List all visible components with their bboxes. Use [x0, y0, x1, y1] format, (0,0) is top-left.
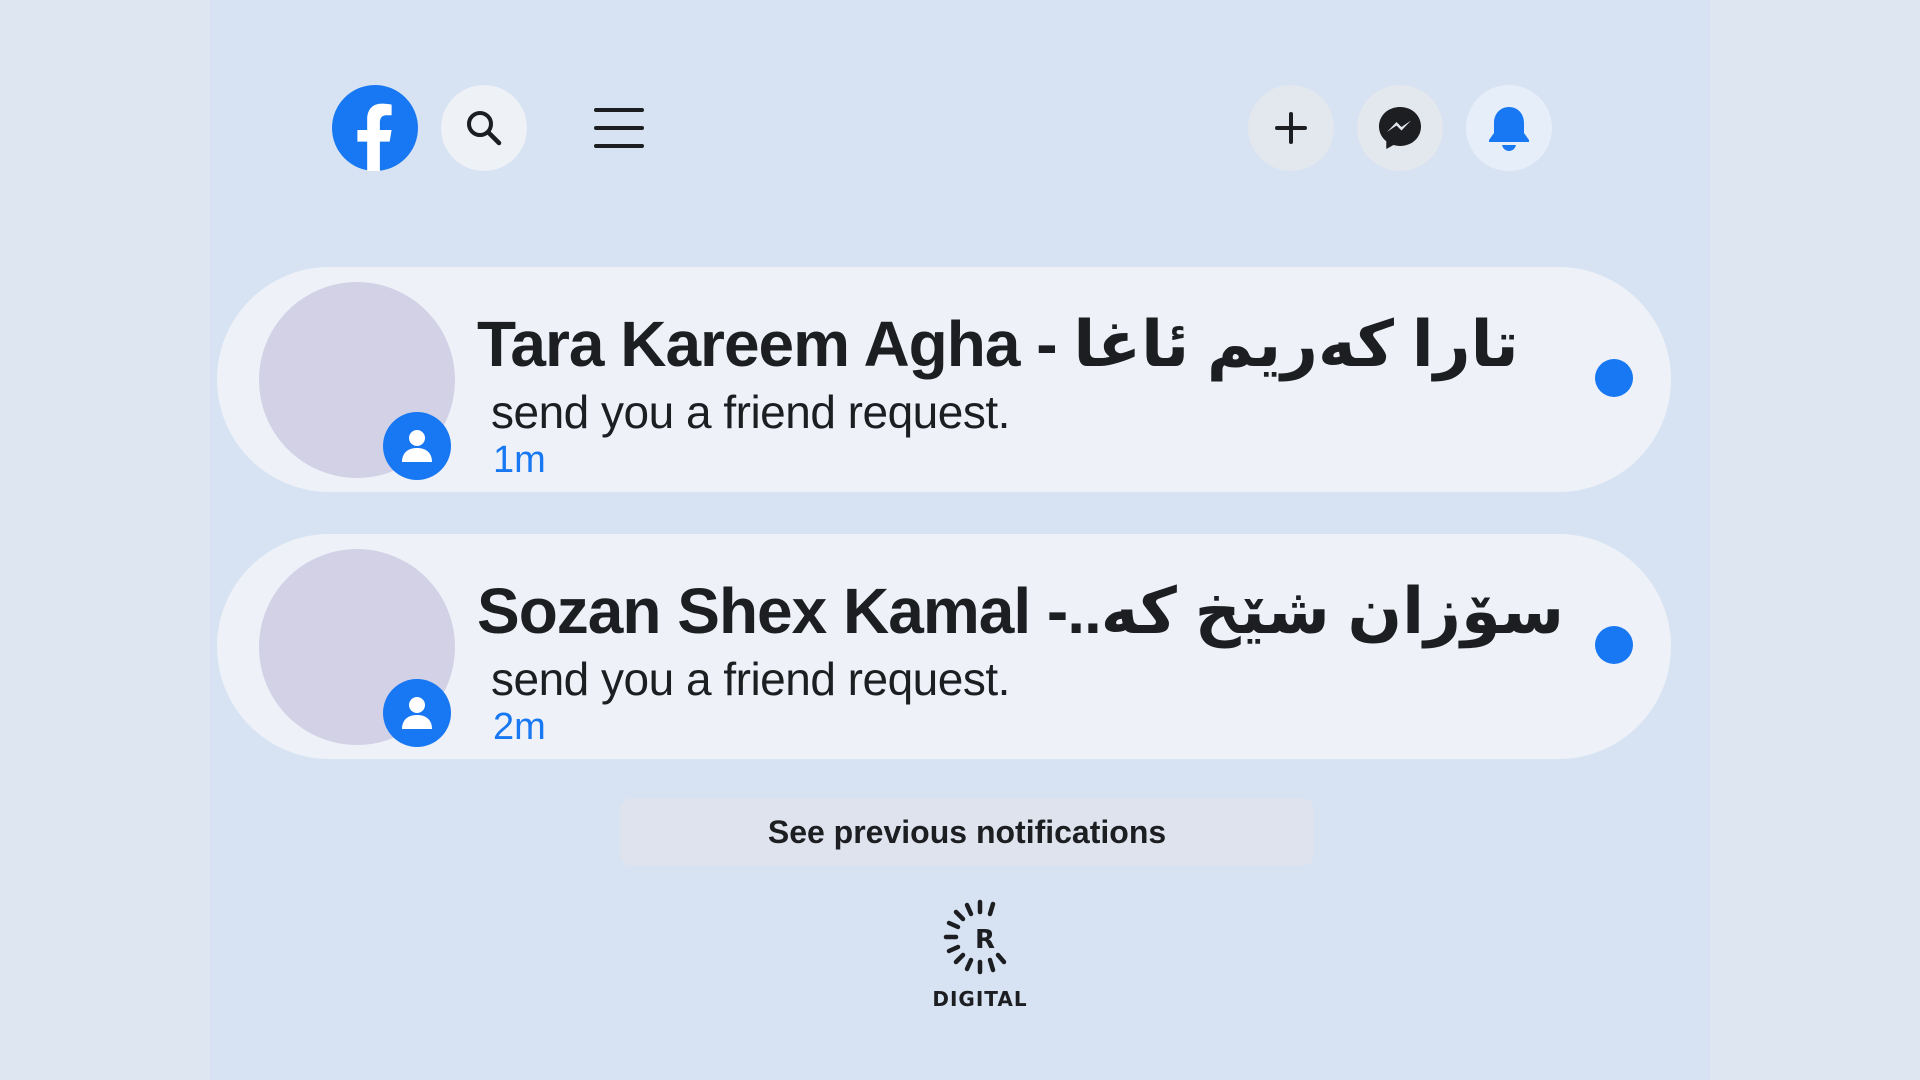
brand-sunburst-icon: R: [943, 899, 1007, 975]
notification-time: 2m: [493, 706, 546, 748]
friend-request-badge: [383, 679, 451, 747]
plus-icon: [1275, 112, 1307, 144]
notification-message: send you a friend request.: [491, 653, 1010, 705]
hamburger-menu-icon: [594, 108, 644, 148]
messenger-icon: [1379, 107, 1421, 149]
person-icon: [402, 697, 432, 729]
brand-text: DIGITAL: [932, 987, 1028, 1011]
menu-button[interactable]: [576, 100, 662, 156]
unread-dot: [1595, 359, 1633, 397]
search-button[interactable]: [441, 85, 527, 171]
notification-item[interactable]: Sozan Shex Kamal -..سۆزان شێخ کە send yo…: [217, 534, 1671, 759]
sender-name: Sozan Shex Kamal -..سۆزان شێخ کە: [477, 575, 1565, 647]
bell-icon: [1489, 107, 1529, 151]
notification-time: 1m: [493, 439, 546, 481]
facebook-icon: [332, 85, 418, 171]
friend-request-badge: [383, 412, 451, 480]
unread-dot: [1595, 626, 1633, 664]
see-previous-notifications-button[interactable]: See previous notifications: [620, 798, 1314, 866]
facebook-logo[interactable]: [332, 85, 418, 171]
person-icon: [402, 430, 432, 462]
notification-item[interactable]: Tara Kareem Agha - تارا کەریم ئاغا send …: [217, 267, 1671, 492]
sender-name: Tara Kareem Agha - تارا کەریم ئاغا: [477, 308, 1520, 380]
brand-logo: R DIGITAL: [920, 892, 1040, 1012]
notifications-button[interactable]: [1466, 85, 1552, 171]
brand-letter: R: [975, 925, 995, 955]
search-icon: [467, 111, 502, 146]
notification-message: send you a friend request.: [491, 386, 1010, 438]
create-button[interactable]: [1248, 85, 1334, 171]
messenger-button[interactable]: [1357, 85, 1443, 171]
